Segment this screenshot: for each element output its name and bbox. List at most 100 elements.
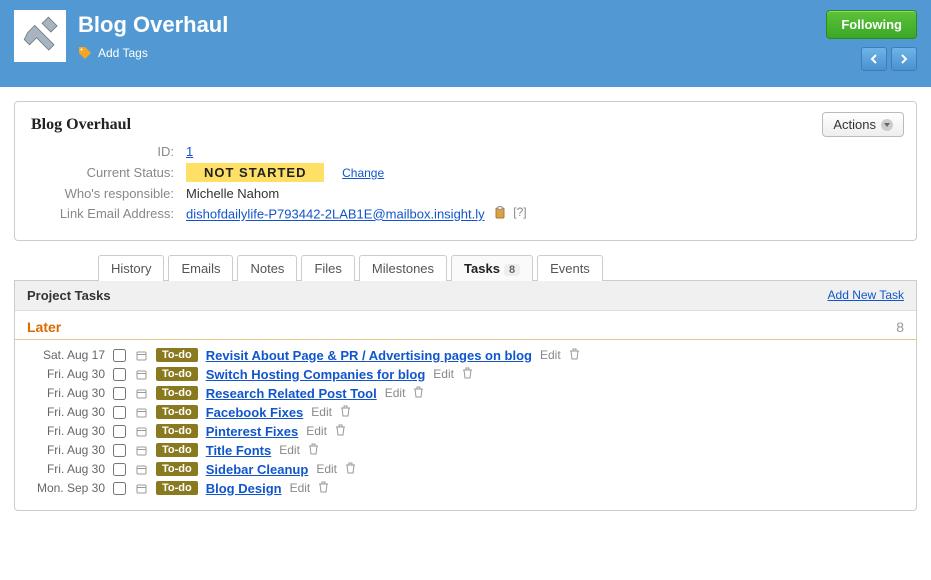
help-link[interactable]: [?]	[513, 205, 526, 219]
email-link[interactable]: dishofdailylife-P793442-2LAB1E@mailbox.i…	[186, 207, 485, 222]
id-link[interactable]: 1	[186, 144, 193, 159]
tab-events[interactable]: Events	[537, 255, 603, 281]
recurrence-icon[interactable]	[134, 445, 148, 456]
actions-label: Actions	[833, 117, 876, 132]
id-value: 1	[186, 144, 193, 159]
trash-icon[interactable]	[308, 443, 319, 458]
task-checkbox[interactable]	[113, 368, 126, 381]
hammer-icon	[19, 15, 61, 57]
edit-task-link[interactable]: Edit	[433, 367, 454, 381]
tasks-header: Project Tasks Add New Task	[15, 281, 916, 311]
task-checkbox[interactable]	[113, 444, 126, 457]
todo-badge: To-do	[156, 443, 198, 457]
task-checkbox[interactable]	[113, 406, 126, 419]
task-row: Fri. Aug 30 To-do Title Fonts Edit	[27, 441, 904, 460]
trash-icon[interactable]	[335, 424, 346, 439]
edit-task-link[interactable]: Edit	[279, 443, 300, 457]
edit-task-link[interactable]: Edit	[385, 386, 406, 400]
following-button[interactable]: Following	[826, 10, 917, 39]
prev-record-button[interactable]	[861, 47, 887, 71]
task-date: Sat. Aug 17	[27, 348, 105, 362]
task-date: Fri. Aug 30	[27, 405, 105, 419]
change-status-link[interactable]: Change	[342, 166, 384, 180]
email-value-wrap: dishofdailylife-P793442-2LAB1E@mailbox.i…	[186, 205, 527, 222]
project-header: Blog Overhaul Add Tags Following	[0, 0, 931, 87]
actions-menu-button[interactable]: Actions	[822, 112, 904, 137]
recurrence-icon[interactable]	[134, 426, 148, 437]
task-date: Fri. Aug 30	[27, 443, 105, 457]
edit-task-link[interactable]: Edit	[311, 405, 332, 419]
edit-task-link[interactable]: Edit	[316, 462, 337, 476]
clipboard-icon[interactable]	[494, 206, 507, 219]
task-title-link[interactable]: Switch Hosting Companies for blog	[206, 367, 426, 382]
chevron-left-icon	[870, 54, 878, 64]
task-title-link[interactable]: Revisit About Page & PR / Advertising pa…	[206, 348, 532, 363]
add-tags-label: Add Tags	[98, 46, 148, 60]
task-row: Fri. Aug 30To-doPinterest FixesEdit	[27, 422, 904, 441]
task-title-link[interactable]: Title Fonts	[206, 443, 271, 458]
task-checkbox[interactable]	[113, 482, 126, 495]
responsible-label: Who's responsible:	[31, 186, 186, 201]
chevron-right-icon	[900, 54, 908, 64]
responsible-value: Michelle Nahom	[186, 186, 279, 201]
task-row: Mon. Sep 30 To-do Blog Design Edit	[27, 479, 904, 498]
recurrence-icon[interactable]	[134, 407, 148, 418]
header-titles: Blog Overhaul Add Tags	[78, 10, 826, 60]
task-title-link[interactable]: Pinterest Fixes	[206, 424, 299, 439]
trash-icon[interactable]	[569, 348, 580, 363]
trash-icon[interactable]	[340, 405, 351, 420]
edit-task-link[interactable]: Edit	[290, 481, 311, 495]
task-row: Fri. Aug 30To-doResearch Related Post To…	[27, 384, 904, 403]
tab-tasks[interactable]: Tasks8	[451, 255, 533, 281]
trash-icon[interactable]	[318, 481, 329, 496]
tasks-panel-title: Project Tasks	[27, 288, 111, 303]
detail-row-id: ID: 1	[31, 144, 900, 159]
task-checkbox[interactable]	[113, 387, 126, 400]
task-list: Sat. Aug 17 To-do Revisit About Page & PR …	[15, 340, 916, 510]
id-label: ID:	[31, 144, 186, 159]
tab-history[interactable]: History	[98, 255, 164, 281]
task-row: Fri. Aug 30 To-do Facebook Fixes Edit	[27, 403, 904, 422]
task-title-link[interactable]: Sidebar Cleanup	[206, 462, 309, 477]
recurrence-icon[interactable]	[134, 388, 148, 399]
section-label: Later	[27, 319, 61, 335]
detail-title: Blog Overhaul	[31, 116, 900, 134]
task-checkbox[interactable]	[113, 349, 126, 362]
todo-badge: To-do	[156, 367, 198, 381]
tab-notes[interactable]: Notes	[237, 255, 297, 281]
task-title-link[interactable]: Blog Design	[206, 481, 282, 496]
task-checkbox[interactable]	[113, 463, 126, 476]
todo-badge: To-do	[156, 386, 198, 400]
todo-badge: To-do	[156, 481, 198, 495]
tab-milestones[interactable]: Milestones	[359, 255, 447, 281]
task-row: Fri. Aug 30To-doSwitch Hosting Companies…	[27, 365, 904, 384]
task-title-link[interactable]: Facebook Fixes	[206, 405, 304, 420]
next-record-button[interactable]	[891, 47, 917, 71]
recurrence-icon[interactable]	[134, 369, 148, 380]
todo-badge: To-do	[156, 405, 198, 419]
edit-task-link[interactable]: Edit	[306, 424, 327, 438]
trash-icon[interactable]	[413, 386, 424, 401]
trash-icon[interactable]	[345, 462, 356, 477]
tab-emails[interactable]: Emails	[168, 255, 233, 281]
recurrence-icon[interactable]	[134, 350, 148, 361]
add-tags-link[interactable]: Add Tags	[78, 46, 826, 60]
section-count: 8	[896, 319, 904, 335]
detail-row-responsible: Who's responsible: Michelle Nahom	[31, 186, 900, 201]
edit-task-link[interactable]: Edit	[540, 348, 561, 362]
recurrence-icon[interactable]	[134, 464, 148, 475]
record-nav	[861, 47, 917, 71]
task-date: Mon. Sep 30	[27, 481, 105, 495]
todo-badge: To-do	[156, 348, 198, 362]
task-checkbox[interactable]	[113, 425, 126, 438]
task-title-link[interactable]: Research Related Post Tool	[206, 386, 377, 401]
project-detail-card: Blog Overhaul Actions ID: 1 Current Stat…	[14, 101, 917, 241]
add-new-task-link[interactable]: Add New Task	[828, 288, 904, 302]
tabs: History Emails Notes Files Milestones Ta…	[98, 255, 917, 281]
status-label: Current Status:	[31, 165, 186, 180]
tab-files[interactable]: Files	[301, 255, 354, 281]
project-icon	[14, 10, 66, 62]
recurrence-icon[interactable]	[134, 483, 148, 494]
header-right: Following	[826, 10, 917, 71]
trash-icon[interactable]	[462, 367, 473, 382]
